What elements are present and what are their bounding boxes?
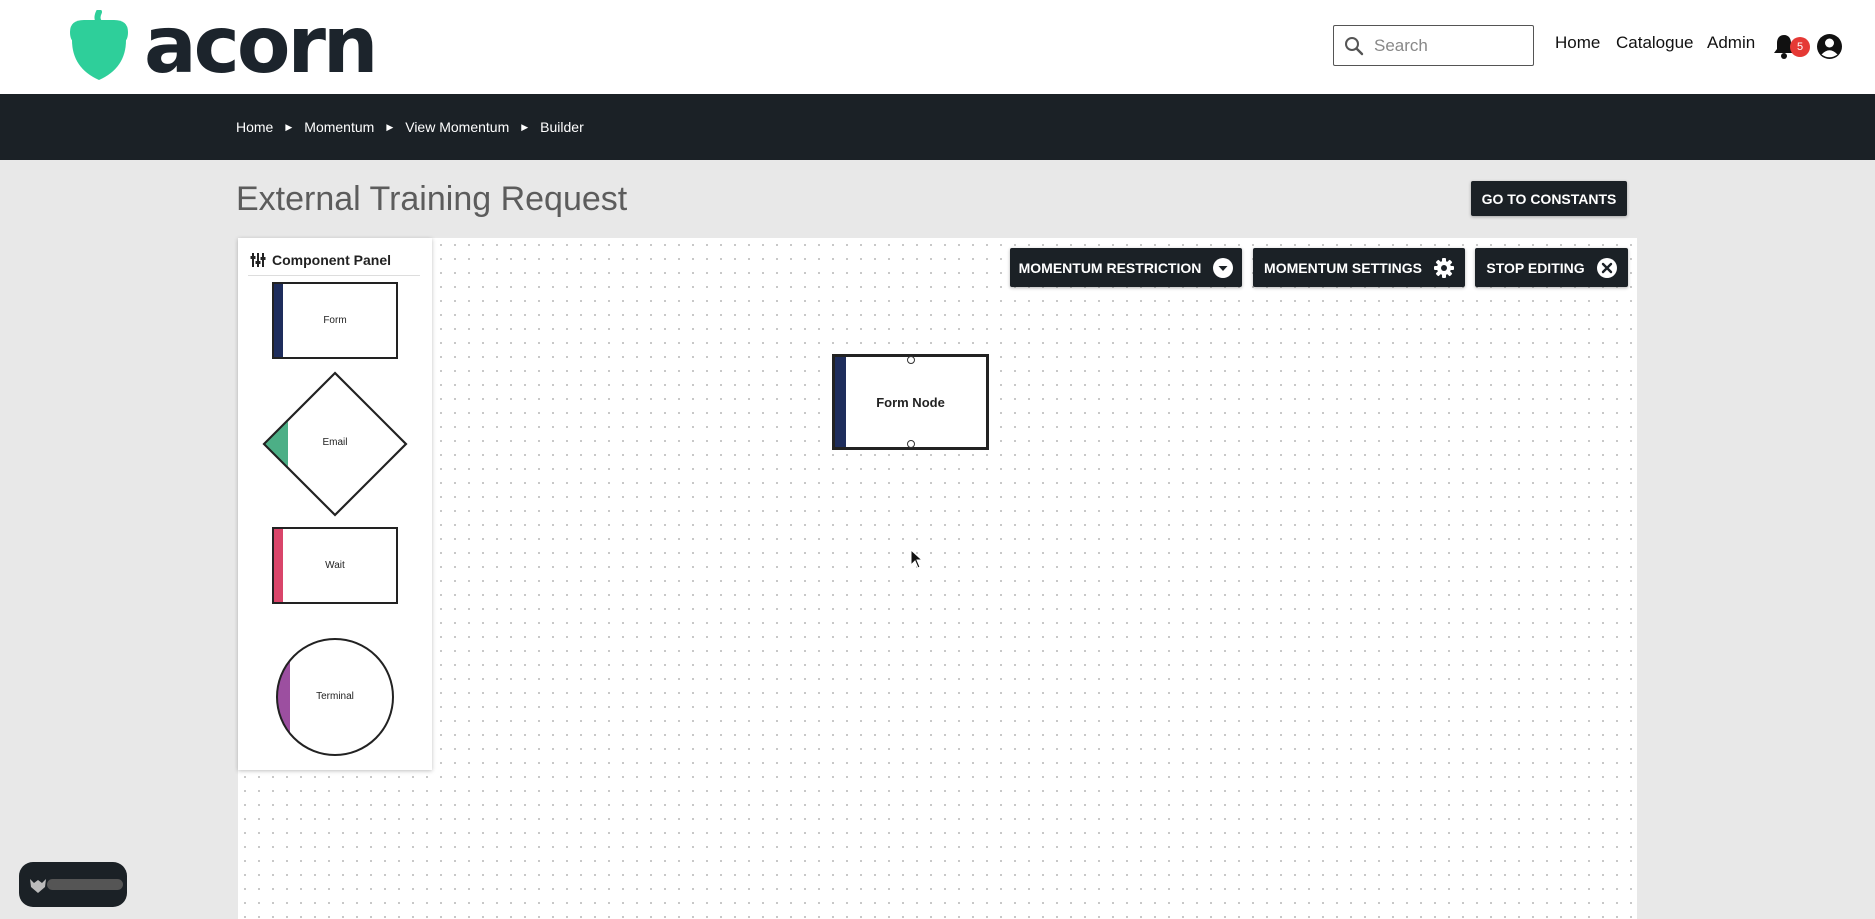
form-accent: [274, 284, 283, 357]
form-component-label: Form: [323, 315, 347, 326]
chevron-down-icon: [1213, 257, 1234, 278]
email-component-label: Email: [322, 437, 348, 448]
stop-editing-button[interactable]: STOP EDITING: [1475, 248, 1628, 287]
form-node[interactable]: Form Node: [832, 354, 989, 450]
momentum-settings-label: MOMENTUM SETTINGS: [1264, 259, 1422, 276]
wait-component-label: Wait: [325, 560, 345, 571]
momentum-restriction-button[interactable]: MOMENTUM RESTRICTION: [1010, 248, 1242, 287]
momentum-settings-button[interactable]: MOMENTUM SETTINGS: [1253, 248, 1465, 287]
acorn-logo[interactable]: acorn: [66, 1, 378, 91]
nav-admin[interactable]: Admin: [1707, 33, 1755, 53]
builder-canvas[interactable]: [238, 238, 1637, 919]
breadcrumb-view-momentum[interactable]: View Momentum: [405, 119, 509, 135]
close-circle-icon: [1596, 257, 1617, 278]
sliders-icon: [250, 253, 266, 267]
breadcrumb-separator-icon: ▶: [285, 121, 293, 132]
notification-badge: 5: [1790, 37, 1810, 57]
fox-logo-icon: [30, 879, 46, 893]
watermark-badge: [47, 879, 123, 890]
component-panel: Component Panel Form Email Wait Terminal: [238, 238, 432, 770]
breadcrumb: Home ▶ Momentum ▶ View Momentum ▶ Builde…: [236, 94, 584, 160]
wait-accent: [274, 529, 283, 602]
page-title: External Training Request: [236, 180, 628, 218]
breadcrumb-home[interactable]: Home: [236, 119, 273, 135]
form-node-label: Form Node: [876, 394, 945, 410]
breadcrumb-momentum[interactable]: Momentum: [304, 119, 374, 135]
search-input[interactable]: [1372, 34, 1526, 57]
stop-editing-label: STOP EDITING: [1486, 259, 1585, 276]
nav-catalogue[interactable]: Catalogue: [1616, 33, 1694, 53]
acorn-icon: [70, 10, 128, 80]
momentum-restriction-label: MOMENTUM RESTRICTION: [1018, 259, 1202, 276]
breadcrumb-separator-icon: ▶: [521, 121, 529, 132]
search-icon: [1345, 36, 1364, 55]
form-component[interactable]: Form: [272, 282, 398, 359]
breadcrumb-separator-icon: ▶: [386, 121, 394, 132]
top-header: acorn Home Catalogue Admin 5: [0, 0, 1875, 94]
search-box[interactable]: [1333, 25, 1534, 66]
panel-divider: [248, 275, 420, 276]
component-panel-title: Component Panel: [272, 252, 392, 268]
form-node-accent: [835, 357, 846, 447]
wait-component[interactable]: Wait: [272, 527, 398, 604]
gear-icon: [1433, 257, 1454, 278]
logo-text: acorn: [144, 1, 378, 91]
form-node-output-handle[interactable]: [907, 440, 915, 448]
breadcrumb-builder: Builder: [540, 119, 584, 135]
breadcrumb-bar: Home ▶ Momentum ▶ View Momentum ▶ Builde…: [0, 94, 1875, 160]
form-node-input-handle[interactable]: [907, 356, 915, 364]
mouse-cursor-icon: [910, 549, 924, 569]
component-panel-header: Component Panel: [250, 252, 391, 268]
terminal-component-label: Terminal: [316, 691, 354, 702]
help-button[interactable]: [19, 862, 127, 907]
go-to-constants-button[interactable]: GO TO CONSTANTS: [1471, 181, 1627, 216]
user-avatar-icon[interactable]: [1816, 33, 1843, 60]
nav-home[interactable]: Home: [1555, 33, 1600, 53]
